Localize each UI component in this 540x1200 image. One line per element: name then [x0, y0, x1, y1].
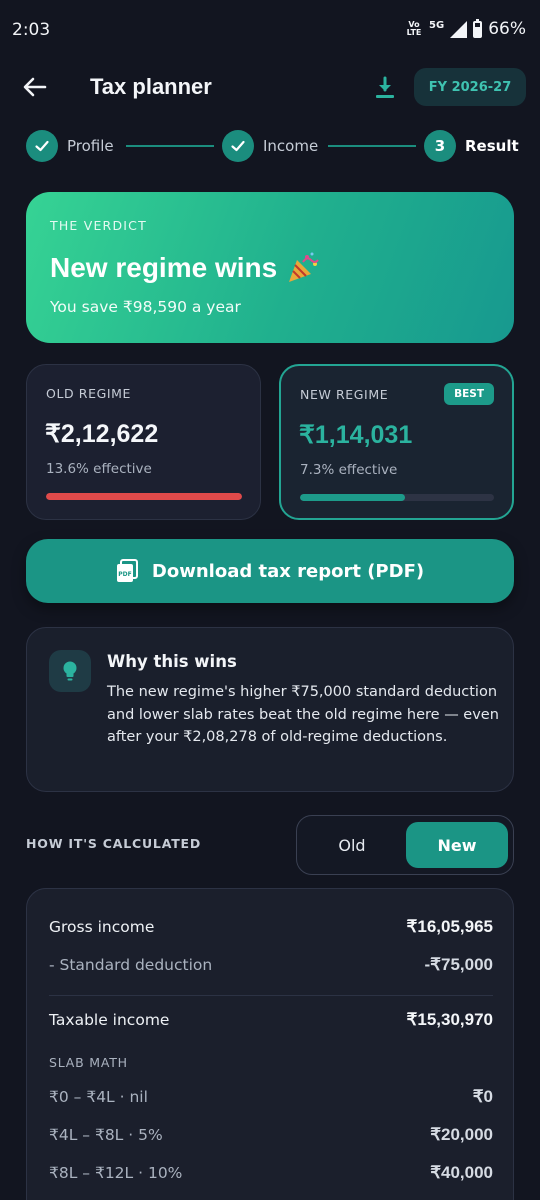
back-button[interactable] — [20, 72, 50, 102]
check-icon — [231, 140, 245, 152]
battery-icon — [473, 18, 483, 38]
slab-row: ₹0 – ₹4L · nil ₹0 — [49, 1087, 493, 1107]
slab-row: ₹4L – ₹8L · 5% ₹20,000 — [49, 1125, 493, 1145]
new-regime-effective-rate: 7.3% effective — [300, 462, 398, 478]
slab-math-heading: SLAB MATH — [49, 1055, 128, 1070]
calculation-heading: HOW IT'S CALCULATED — [26, 836, 202, 851]
why-title: Why this wins — [107, 652, 237, 671]
step-result-number: 3 — [424, 130, 456, 162]
verdict-savings: You save ₹98,590 a year — [50, 298, 241, 316]
verdict-title: New regime wins — [50, 250, 321, 286]
download-icon — [376, 76, 394, 98]
svg-text:PDF: PDF — [118, 571, 131, 578]
calculation-breakdown: Gross income ₹16,05,965 - Standard deduc… — [26, 888, 514, 1200]
why-card: Why this wins The new regime's higher ₹7… — [26, 627, 514, 792]
new-regime-amount: ₹1,14,031 — [299, 421, 413, 449]
step-connector — [126, 145, 214, 147]
toggle-new[interactable]: New — [406, 822, 508, 868]
step-profile-check — [26, 130, 58, 162]
gross-income-row: Gross income ₹16,05,965 — [49, 917, 493, 937]
battery-percent: 66% — [488, 19, 526, 39]
volte-icon: Vo LTE — [406, 20, 422, 37]
fy-chip[interactable]: FY 2026-27 — [414, 68, 526, 106]
download-report-button[interactable]: PDF Download tax report (PDF) — [26, 539, 514, 603]
old-regime-bar — [46, 493, 242, 500]
slab-value: ₹0 — [472, 1087, 493, 1106]
new-regime-bar-fill — [300, 494, 405, 501]
why-body: The new regime's higher ₹75,000 standard… — [107, 684, 499, 746]
slab-value: ₹20,000 — [430, 1125, 493, 1144]
app-bar: Tax planner FY 2026-27 — [0, 60, 540, 116]
status-time: 2:03 — [12, 20, 51, 40]
step-connector — [328, 145, 416, 147]
slab-value: ₹40,000 — [430, 1163, 493, 1182]
taxable-income-row: Taxable income ₹15,30,970 — [49, 1010, 493, 1030]
best-badge: BEST — [444, 383, 494, 405]
old-regime-card[interactable]: OLD REGIME ₹2,12,622 13.6% effective — [26, 364, 261, 520]
pdf-icon: PDF — [116, 559, 138, 582]
step-label-profile: Profile — [67, 137, 114, 155]
taxable-income-value: ₹15,30,970 — [406, 1010, 493, 1029]
toggle-old[interactable]: Old — [297, 816, 407, 874]
standard-deduction-row: - Standard deduction -₹75,000 — [49, 955, 493, 975]
progress-stepper: Profile Income 3 Result — [26, 130, 519, 164]
old-regime-label: OLD REGIME — [46, 386, 132, 401]
divider — [49, 995, 493, 996]
status-icons: Vo LTE 5G 66% — [405, 18, 526, 39]
step-label-income: Income — [263, 137, 319, 155]
new-regime-bar — [300, 494, 494, 501]
gross-income-value: ₹16,05,965 — [406, 917, 493, 936]
old-regime-amount: ₹2,12,622 — [45, 420, 159, 448]
standard-deduction-value: -₹75,000 — [424, 955, 493, 974]
why-icon-box — [49, 650, 91, 692]
slab-label: ₹8L – ₹12L · 10% — [49, 1164, 183, 1182]
check-icon — [35, 140, 49, 152]
network-type-label: 5G — [429, 19, 445, 31]
signal-icon — [450, 20, 468, 38]
verdict-card: THE VERDICT New regime wins You save ₹98… — [26, 192, 514, 343]
party-popper-icon — [289, 252, 319, 282]
verdict-kicker: THE VERDICT — [50, 218, 147, 233]
new-regime-card[interactable]: NEW REGIME BEST ₹1,14,031 7.3% effective — [279, 364, 514, 520]
old-regime-bar-fill — [46, 493, 242, 500]
old-regime-effective-rate: 13.6% effective — [46, 461, 152, 477]
regime-toggle: Old New — [296, 815, 514, 875]
arrow-left-icon — [23, 77, 47, 97]
step-income-check — [222, 130, 254, 162]
download-report-label: Download tax report (PDF) — [151, 560, 425, 582]
download-button[interactable] — [370, 74, 400, 104]
page-title: Tax planner — [90, 74, 212, 99]
taxable-income-label: Taxable income — [49, 1011, 170, 1029]
status-bar: 2:03 Vo LTE 5G 66% — [0, 0, 540, 60]
step-label-result: Result — [465, 137, 519, 155]
standard-deduction-label: - Standard deduction — [49, 956, 213, 974]
new-regime-label: NEW REGIME — [300, 387, 389, 402]
slab-row: ₹8L – ₹12L · 10% ₹40,000 — [49, 1163, 493, 1183]
tax-planner-screen: 2:03 Vo LTE 5G 66% Tax planner FY 2026-2… — [0, 0, 540, 1200]
lightbulb-icon — [63, 661, 77, 681]
gross-income-label: Gross income — [49, 918, 155, 936]
slab-label: ₹4L – ₹8L · 5% — [49, 1126, 163, 1144]
slab-label: ₹0 – ₹4L · nil — [49, 1088, 148, 1106]
verdict-title-text: New regime wins — [50, 252, 278, 283]
